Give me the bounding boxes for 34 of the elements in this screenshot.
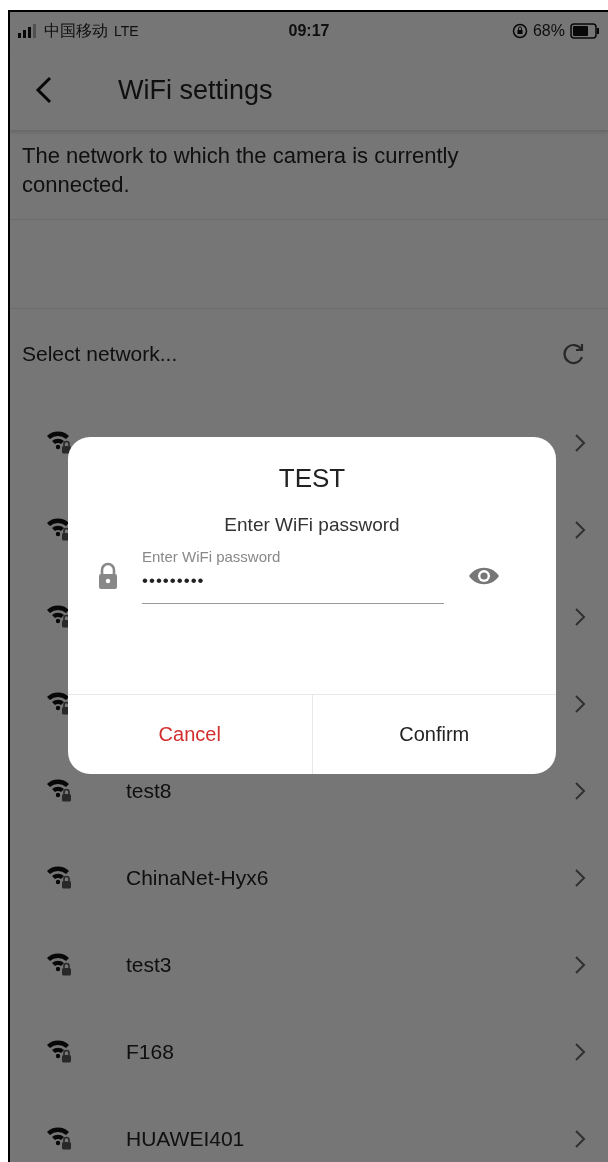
back-icon[interactable] <box>34 75 54 105</box>
chevron-right-icon <box>574 606 586 627</box>
clock: 09:17 <box>288 22 330 39</box>
chevron-right-icon <box>574 519 586 540</box>
chevron-right-icon <box>574 867 586 888</box>
battery-percentage: 68% <box>532 22 565 40</box>
chevron-right-icon <box>574 693 586 714</box>
lock-icon <box>98 562 118 590</box>
chevron-right-icon <box>574 432 586 453</box>
chevron-right-icon <box>574 1041 586 1062</box>
chevron-right-icon <box>574 954 586 975</box>
refresh-icon[interactable] <box>562 342 586 366</box>
dialog-title: TEST <box>278 463 346 494</box>
signal-icon <box>18 24 38 38</box>
network-name: F168 <box>126 1039 174 1064</box>
cancel-button[interactable]: Cancel <box>68 695 312 774</box>
confirm-button[interactable]: Confirm <box>311 695 556 774</box>
page-title: WiFi settings <box>118 74 273 106</box>
battery-icon <box>570 23 600 39</box>
network-type: LTE <box>114 23 139 39</box>
eye-icon[interactable] <box>468 565 500 587</box>
section-heading: Select network... <box>22 342 178 366</box>
connection-description: The network to which the camera is currently connected. <box>10 131 608 220</box>
network-name: test3 <box>126 952 172 977</box>
network-name: test8 <box>126 778 172 803</box>
network-name: ChinaNet-Hyx6 <box>126 865 269 890</box>
chevron-right-icon <box>574 1128 586 1149</box>
password-field[interactable]: ••••••••• <box>142 571 444 604</box>
carrier-name: 中国移动 <box>44 20 108 41</box>
rotation-lock-icon <box>511 23 528 39</box>
field-label: Enter WiFi password <box>142 548 282 565</box>
chevron-right-icon <box>574 780 586 801</box>
network-name: HUAWEI401 <box>126 1126 245 1151</box>
dialog-message: Enter WiFi password <box>224 514 400 536</box>
